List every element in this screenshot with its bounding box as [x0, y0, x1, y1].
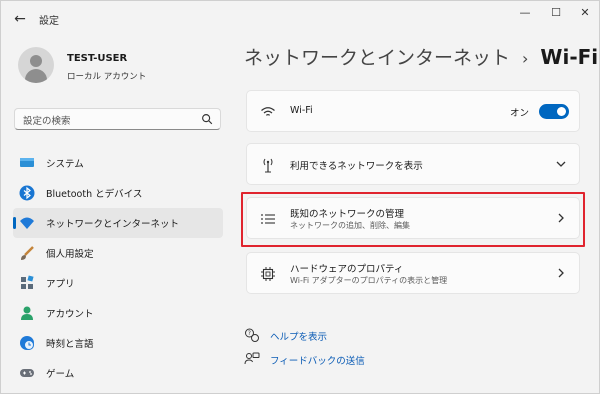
feedback-icon — [244, 352, 260, 365]
sidebar-item-personalization[interactable]: 個人用設定 — [13, 238, 223, 268]
user-account-type: ローカル アカウント — [67, 72, 147, 82]
chevron-right-icon — [558, 268, 564, 278]
antenna-icon — [263, 158, 273, 173]
card-title: Wi-Fi — [290, 105, 313, 116]
hardware-properties-card[interactable]: ハードウェアのプロパティ Wi-Fi アダプターのプロパティの表示と管理 — [246, 252, 580, 294]
wifi-toggle-card[interactable]: Wi-Fi オン — [246, 90, 580, 132]
available-networks-card[interactable]: 利用できるネットワークを表示 — [246, 143, 580, 185]
sidebar-nav: システム Bluetooth とデバイス ネットワークとインターネット 個人用設… — [13, 148, 223, 388]
title-bar: ← 設定 — ☐ ✕ — [1, 1, 599, 37]
brush-icon — [21, 246, 34, 260]
card-title: 利用できるネットワークを表示 — [290, 161, 423, 172]
avatar-body — [25, 69, 47, 83]
breadcrumb-parent[interactable]: ネットワークとインターネット — [244, 47, 510, 69]
sidebar-item-bluetooth[interactable]: Bluetooth とデバイス — [13, 178, 223, 208]
chip-icon — [261, 267, 275, 281]
settings-window: ← 設定 — ☐ ✕ TEST-USER ローカル アカウント 設定の検索 シス… — [0, 0, 600, 394]
sidebar-item-accounts[interactable]: アカウント — [13, 298, 223, 328]
sidebar-item-label: アプリ — [46, 279, 75, 290]
search-placeholder: 設定の検索 — [23, 116, 71, 127]
sidebar-item-label: ネットワークとインターネット — [46, 219, 180, 230]
sidebar-item-apps[interactable]: アプリ — [13, 268, 223, 298]
user-name: TEST-USER — [67, 53, 128, 64]
sidebar-item-system[interactable]: システム — [13, 148, 223, 178]
sidebar-item-label: 個人用設定 — [46, 249, 94, 260]
sidebar-item-network[interactable]: ネットワークとインターネット — [13, 208, 223, 238]
feedback-link-label[interactable]: フィードバックの送信 — [270, 353, 365, 367]
breadcrumb-separator: › — [522, 49, 529, 68]
toggle-knob — [557, 107, 566, 116]
close-icon[interactable]: ✕ — [571, 4, 599, 22]
page-title: Wi-Fi — [540, 45, 599, 69]
sidebar-item-gaming[interactable]: ゲーム — [13, 358, 223, 388]
sidebar-item-label: ゲーム — [46, 369, 75, 380]
avatar[interactable] — [18, 47, 54, 83]
back-arrow-icon[interactable]: ← — [11, 10, 29, 28]
help-icon: ? — [245, 328, 259, 342]
system-monitor-icon — [20, 158, 34, 167]
card-subtitle: Wi-Fi アダプターのプロパティの表示と管理 — [290, 276, 448, 285]
account-icon — [21, 306, 33, 320]
svg-text:?: ? — [248, 330, 251, 337]
wifi-icon — [261, 107, 275, 116]
maximize-icon[interactable]: ☐ — [542, 4, 570, 22]
search-input[interactable]: 設定の検索 — [14, 108, 221, 130]
sidebar-item-time-language[interactable]: 時刻と言語 — [13, 328, 223, 358]
toggle-label: オン — [509, 108, 529, 119]
bluetooth-icon — [19, 185, 35, 201]
sidebar-item-label: アカウント — [46, 309, 94, 320]
minimize-icon[interactable]: — — [511, 4, 539, 22]
search-icon[interactable] — [200, 112, 214, 126]
help-link-label[interactable]: ヘルプを表示 — [270, 329, 327, 343]
app-title: 設定 — [39, 16, 59, 27]
sidebar-item-label: Bluetooth とデバイス — [46, 189, 143, 200]
wifi-toggle[interactable] — [539, 104, 569, 119]
sidebar-item-label: 時刻と言語 — [46, 339, 94, 350]
clock-globe-icon — [20, 336, 34, 350]
gamepad-icon — [20, 369, 34, 377]
breadcrumb: ネットワークとインターネット › Wi-Fi — [244, 43, 598, 73]
wifi-icon — [20, 217, 34, 229]
highlight-frame — [241, 192, 585, 247]
card-title: ハードウェアのプロパティ — [290, 264, 404, 275]
apps-icon — [21, 275, 34, 289]
avatar-head — [30, 55, 42, 67]
chevron-down-icon — [556, 161, 566, 167]
sidebar-item-label: システム — [46, 159, 84, 170]
